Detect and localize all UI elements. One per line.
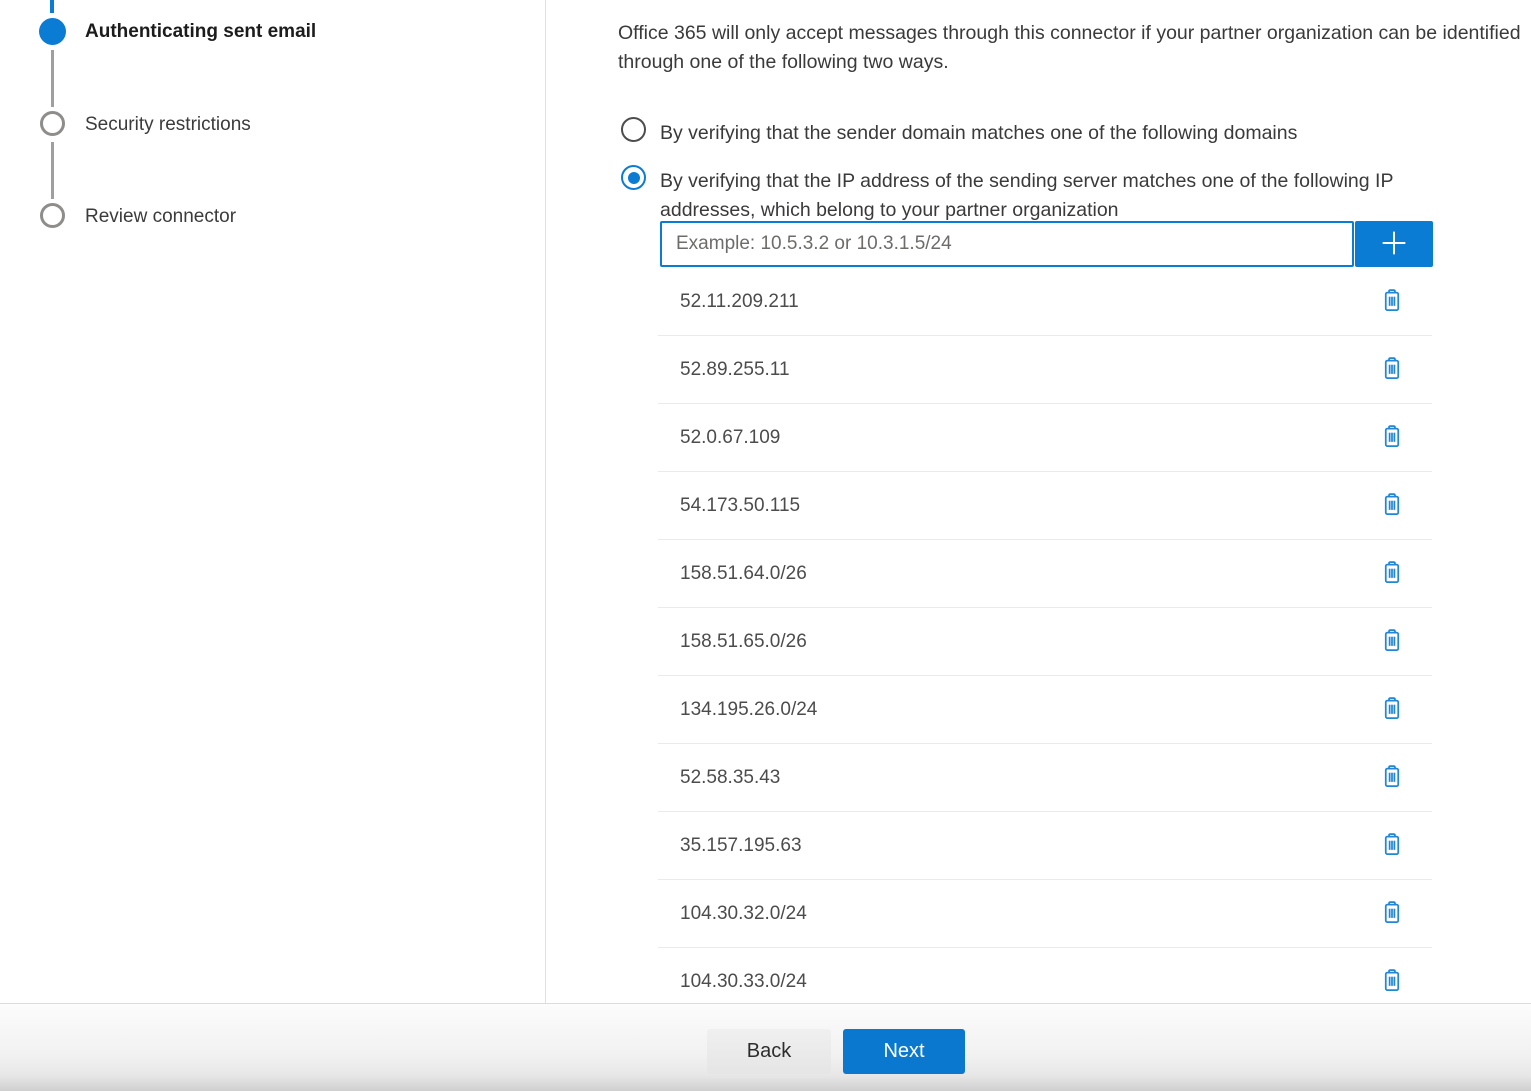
ip-address-row: 104.30.33.0/24 xyxy=(658,948,1432,1004)
radio-option-ip-address[interactable]: By verifying that the IP address of the … xyxy=(618,165,1485,224)
step-label-authenticating-sent-email: Authenticating sent email xyxy=(85,21,316,43)
ip-address-row: 52.11.209.211 xyxy=(658,268,1432,336)
step-label-security-restrictions: Security restrictions xyxy=(85,114,251,136)
trash-icon xyxy=(1381,560,1403,587)
wizard-steps-panel: Authenticating sent email Security restr… xyxy=(0,0,546,1004)
delete-ip-button[interactable] xyxy=(1375,692,1409,728)
delete-ip-button[interactable] xyxy=(1375,760,1409,796)
delete-ip-button[interactable] xyxy=(1375,284,1409,320)
back-button[interactable]: Back xyxy=(707,1029,831,1074)
delete-ip-button[interactable] xyxy=(1375,556,1409,592)
ip-address-row: 52.58.35.43 xyxy=(658,744,1432,812)
ip-address-row: 104.30.32.0/24 xyxy=(658,880,1432,948)
step-indicator-review-connector xyxy=(40,203,65,228)
trash-icon xyxy=(1381,696,1403,723)
ip-address-text: 158.51.65.0/26 xyxy=(680,631,807,653)
step-connector-line-top xyxy=(50,0,54,13)
ip-address-row: 52.89.255.11 xyxy=(658,336,1432,404)
radio-unselected-icon[interactable] xyxy=(621,117,646,142)
trash-icon xyxy=(1381,764,1403,791)
add-ip-button[interactable] xyxy=(1355,221,1433,267)
trash-icon xyxy=(1381,288,1403,315)
radio-dot xyxy=(628,172,640,184)
ip-address-text: 158.51.64.0/26 xyxy=(680,563,807,585)
trash-icon xyxy=(1381,900,1403,927)
ip-address-row: 35.157.195.63 xyxy=(658,812,1432,880)
ip-address-text: 52.89.255.11 xyxy=(680,359,790,381)
radio-option-sender-domain-label[interactable]: By verifying that the sender domain matc… xyxy=(660,117,1297,148)
ip-address-row: 54.173.50.115 xyxy=(658,472,1432,540)
trash-icon xyxy=(1381,424,1403,451)
step-indicator-security-restrictions xyxy=(40,111,65,136)
ip-address-input[interactable] xyxy=(660,221,1354,267)
step-label-review-connector: Review connector xyxy=(85,206,236,228)
step-connector-line xyxy=(51,142,54,199)
step-indicator-authenticating-sent-email xyxy=(39,18,66,45)
trash-icon xyxy=(1381,356,1403,383)
authenticating-sent-email-step-content: Office 365 will only accept messages thr… xyxy=(618,0,1531,1004)
ip-address-row: 52.0.67.109 xyxy=(658,404,1432,472)
ip-address-text: 104.30.33.0/24 xyxy=(680,971,807,993)
radio-option-ip-address-label[interactable]: By verifying that the IP address of the … xyxy=(660,165,1485,224)
ip-address-text: 52.0.67.109 xyxy=(680,427,780,449)
delete-ip-button[interactable] xyxy=(1375,420,1409,456)
wizard-footer: Back Next xyxy=(0,1003,1531,1091)
delete-ip-button[interactable] xyxy=(1375,896,1409,932)
ip-address-text: 104.30.32.0/24 xyxy=(680,903,807,925)
trash-icon xyxy=(1381,832,1403,859)
trash-icon xyxy=(1381,628,1403,655)
delete-ip-button[interactable] xyxy=(1375,624,1409,660)
ip-address-text: 134.195.26.0/24 xyxy=(680,699,817,721)
ip-address-text: 52.11.209.211 xyxy=(680,291,799,313)
ip-address-text: 52.58.35.43 xyxy=(680,767,780,789)
trash-icon xyxy=(1381,968,1403,995)
ip-address-list: 52.11.209.211 52.89.255.11 xyxy=(658,268,1432,1004)
ip-address-text: 35.157.195.63 xyxy=(680,835,802,857)
radio-selected-icon[interactable] xyxy=(621,165,646,190)
next-button[interactable]: Next xyxy=(843,1029,965,1074)
delete-ip-button[interactable] xyxy=(1375,828,1409,864)
ip-address-row: 134.195.26.0/24 xyxy=(658,676,1432,744)
ip-address-row: 158.51.64.0/26 xyxy=(658,540,1432,608)
step-connector-line xyxy=(51,50,54,107)
delete-ip-button[interactable] xyxy=(1375,488,1409,524)
ip-address-text: 54.173.50.115 xyxy=(680,495,800,517)
trash-icon xyxy=(1381,492,1403,519)
ip-address-row: 158.51.65.0/26 xyxy=(658,608,1432,676)
plus-icon xyxy=(1377,226,1411,263)
radio-option-sender-domain[interactable]: By verifying that the sender domain matc… xyxy=(618,117,1297,148)
intro-text: Office 365 will only accept messages thr… xyxy=(618,19,1526,76)
delete-ip-button[interactable] xyxy=(1375,964,1409,1000)
delete-ip-button[interactable] xyxy=(1375,352,1409,388)
